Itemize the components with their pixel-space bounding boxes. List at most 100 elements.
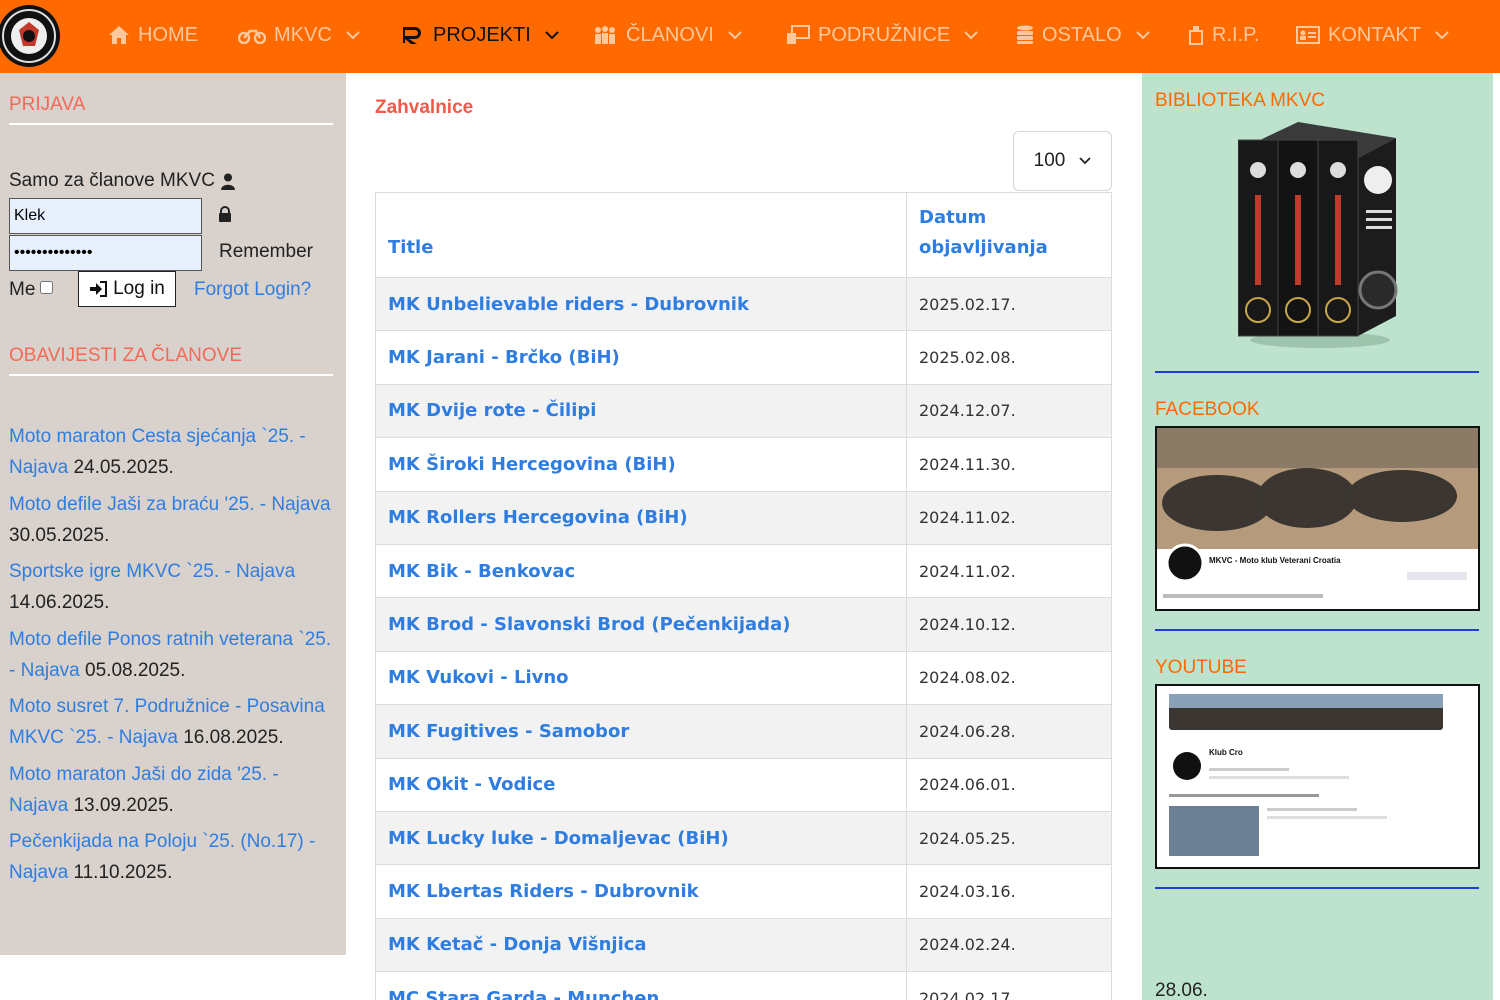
remember-checkbox[interactable] bbox=[40, 280, 54, 294]
nav-clanovi[interactable]: ČLANOVI bbox=[592, 20, 742, 50]
news-item: Pečenkijada na Poloju `25. (No.17) - Naj… bbox=[9, 826, 339, 888]
row-date: 2024.10.12. bbox=[906, 597, 1112, 652]
password-input[interactable] bbox=[9, 235, 202, 271]
login-heading: PRIJAVA bbox=[9, 94, 86, 115]
nav-rip[interactable]: R.I.P. bbox=[1188, 20, 1259, 50]
motorcycle-icon bbox=[238, 29, 266, 44]
news-item: Moto susret 7. Podružnice - Posavina MKV… bbox=[9, 691, 339, 753]
news-date: 24.05.2025. bbox=[73, 457, 174, 478]
me-label: Me bbox=[9, 279, 36, 300]
row-date: 2025.02.08. bbox=[906, 330, 1112, 385]
sidebar-date: 28.06. bbox=[1155, 980, 1208, 1000]
nav-home[interactable]: HOME bbox=[108, 20, 198, 50]
row-title-link[interactable]: MK Bik - Benkovac bbox=[375, 543, 907, 599]
table-row: MK Fugitives - Samobor 2024.06.28. bbox=[375, 704, 1112, 759]
row-title-link[interactable]: MK Lucky luke - Domaljevac (BiH) bbox=[375, 810, 907, 866]
row-title-link[interactable]: MK Vukovi - Livno bbox=[375, 650, 907, 706]
chevron-down-icon bbox=[1135, 31, 1150, 40]
divider bbox=[1155, 887, 1479, 889]
youtube-channel-preview[interactable]: Klub Cro bbox=[1155, 684, 1480, 869]
youtube-heading: YOUTUBE bbox=[1155, 657, 1247, 678]
thanks-table: Title Datum objavljivanja MK Unbelievabl… bbox=[375, 192, 1112, 1000]
branches-icon bbox=[787, 25, 810, 44]
row-title-link[interactable]: MK Okit - Vodice bbox=[375, 757, 907, 812]
row-title-link[interactable]: MK Fugitives - Samobor bbox=[375, 704, 907, 759]
divider bbox=[1155, 629, 1479, 631]
page-size-select[interactable]: 100 bbox=[1013, 131, 1112, 191]
news-date: 11.10.2025. bbox=[73, 862, 173, 883]
table-row: MK Široki Hercegovina (BiH) 2024.11.30. bbox=[375, 437, 1112, 492]
news-item: Moto maraton Cesta sjećanja `25. - Najav… bbox=[9, 421, 339, 483]
username-input[interactable] bbox=[9, 198, 202, 234]
club-logo[interactable] bbox=[0, 0, 62, 73]
row-title-link[interactable]: MK Jarani - Brčko (BiH) bbox=[375, 330, 907, 385]
row-date: 2024.08.02. bbox=[906, 650, 1112, 706]
divider bbox=[1155, 371, 1479, 373]
nav-ostalo[interactable]: OSTALO bbox=[1016, 20, 1150, 50]
nav-mkvc-label: MKVC bbox=[274, 23, 332, 46]
page-title: Zahvalnice bbox=[375, 97, 474, 118]
nav-projekti[interactable]: PROJEKTI bbox=[401, 20, 559, 50]
row-title-link[interactable]: MK Ketač - Donja Višnjica bbox=[375, 917, 907, 973]
row-date: 2024.03.16. bbox=[906, 864, 1112, 919]
news-date: 05.08.2025. bbox=[85, 659, 186, 681]
row-title-link[interactable]: MK Unbelievable riders - Dubrovnik bbox=[375, 276, 907, 332]
row-title-link[interactable]: MK Rollers Hercegovina (BiH) bbox=[375, 490, 907, 545]
nav-clanovi-label: ČLANOVI bbox=[626, 23, 714, 46]
chevron-down-icon bbox=[964, 31, 978, 40]
row-date: 2024.02.24. bbox=[906, 917, 1112, 973]
row-title-link[interactable]: MK Lbertas Riders - Dubrovnik bbox=[375, 864, 907, 919]
news-list: Moto maraton Cesta sjećanja `25. - Najav… bbox=[9, 421, 339, 894]
news-date: 13.09.2025. bbox=[73, 794, 174, 816]
sign-in-icon bbox=[90, 281, 108, 297]
projects-icon bbox=[403, 27, 421, 44]
user-icon bbox=[220, 173, 235, 190]
divider bbox=[9, 374, 333, 376]
nav-mkvc[interactable]: MKVC bbox=[238, 20, 360, 50]
news-link[interactable]: Sportske igre MKVC `25. - Najava bbox=[9, 561, 295, 582]
row-title-link[interactable]: MK Brod - Slavonski Brod (Pečenkijada) bbox=[375, 597, 907, 652]
right-sidebar: BIBLIOTEKA MKVC FACEBOOK MKVC - Moto klu… bbox=[1142, 73, 1493, 1000]
divider bbox=[9, 123, 333, 125]
news-date: 30.05.2025. bbox=[9, 524, 110, 546]
column-header-title[interactable]: Title bbox=[375, 192, 907, 278]
table-row: MK Jarani - Brčko (BiH) 2025.02.08. bbox=[375, 330, 1112, 385]
table-row: MK Okit - Vodice 2024.06.01. bbox=[375, 757, 1112, 812]
table-row: MK Rollers Hercegovina (BiH) 2024.11.02. bbox=[375, 490, 1112, 545]
nav-kontakt-label: KONTAKT bbox=[1328, 23, 1421, 46]
nav-rip-label: R.I.P. bbox=[1212, 23, 1260, 46]
table-row: MK Lucky luke - Domaljevac (BiH) 2024.05.… bbox=[375, 810, 1112, 866]
database-icon bbox=[1017, 25, 1033, 44]
table-row: MK Brod - Slavonski Brod (Pečenkijada) 20… bbox=[375, 597, 1112, 652]
login-caption-text: Samo za članove MKVC bbox=[9, 170, 215, 191]
nav-kontakt[interactable]: KONTAKT bbox=[1296, 20, 1449, 50]
chevron-down-icon bbox=[1079, 157, 1091, 165]
facebook-page-name: MKVC - Moto klub Veterani Croatia bbox=[1209, 556, 1341, 565]
nav-ostalo-label: OSTALO bbox=[1042, 23, 1122, 46]
library-books-image[interactable] bbox=[1238, 120, 1398, 352]
news-item: Moto maraton Jaši do zida '25. - Najava … bbox=[9, 759, 339, 821]
login-button[interactable]: Log in bbox=[78, 271, 176, 307]
row-title-link[interactable]: MK Široki Hercegovina (BiH) bbox=[375, 437, 907, 492]
news-item: Sportske igre MKVC `25. - Najava 14.06.2… bbox=[9, 556, 339, 618]
remember-me: Me bbox=[9, 279, 54, 301]
news-date: 14.06.2025. bbox=[9, 592, 110, 613]
nav-home-label: HOME bbox=[138, 23, 198, 46]
row-date: 2024.02.17. bbox=[906, 971, 1112, 1000]
column-header-date[interactable]: Datum objavljivanja bbox=[906, 192, 1112, 278]
chevron-down-icon bbox=[545, 31, 559, 40]
news-link[interactable]: Moto defile Jaši za braću '25. - Najava bbox=[9, 494, 331, 515]
library-heading: BIBLIOTEKA MKVC bbox=[1155, 90, 1325, 111]
news-item: Moto defile Jaši za braću '25. - Najava … bbox=[9, 489, 339, 551]
nav-podruznice-label: PODRUŽNICE bbox=[818, 23, 951, 46]
forgot-login-link[interactable]: Forgot Login? bbox=[194, 279, 311, 301]
youtube-page-screenshot bbox=[1157, 686, 1478, 867]
row-title-link[interactable]: MK Dvije rote - Čilipi bbox=[375, 383, 907, 439]
row-date: 2024.11.02. bbox=[906, 543, 1112, 599]
row-title-link[interactable]: MC Stara Garda - Munchen bbox=[375, 971, 907, 1000]
facebook-page-preview[interactable]: MKVC - Moto klub Veterani Croatia bbox=[1155, 426, 1480, 611]
table-header-row: Title Datum objavljivanja bbox=[375, 192, 1112, 278]
nav-podruznice[interactable]: PODRUŽNICE bbox=[786, 20, 978, 50]
row-date: 2024.11.02. bbox=[906, 490, 1112, 545]
home-icon bbox=[109, 26, 129, 44]
